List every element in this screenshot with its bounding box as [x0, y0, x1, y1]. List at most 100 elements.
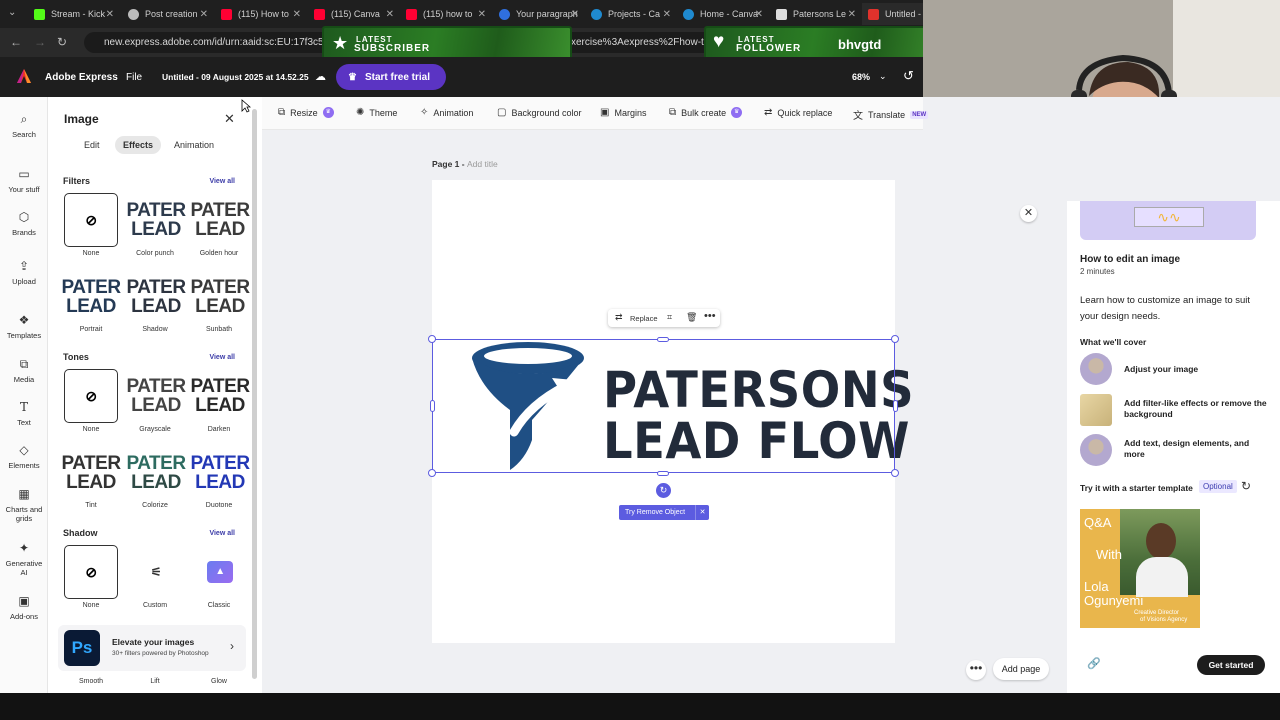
rail-item-charts[interactable]: ▦ Charts and grids: [0, 487, 48, 523]
browser-tab[interactable]: Home - Canva ✕: [677, 3, 769, 25]
margins-button[interactable]: ▣ Margins: [600, 107, 646, 118]
add-page-button[interactable]: Add page: [993, 658, 1049, 680]
app-name[interactable]: Adobe Express: [45, 72, 118, 83]
browser-tab[interactable]: (115) Canva ✕: [308, 3, 400, 25]
replace-button[interactable]: Replace: [630, 314, 658, 323]
panel-scrollbar[interactable]: [252, 109, 257, 679]
zoom-chevron-icon[interactable]: ⌄: [879, 71, 887, 82]
filters-view-all[interactable]: View all: [209, 178, 235, 185]
close-tab-icon[interactable]: ✕: [755, 9, 763, 20]
more-options-button[interactable]: •••: [966, 660, 986, 680]
tab-effects[interactable]: Effects: [115, 136, 162, 154]
close-tab-icon[interactable]: ✕: [571, 9, 579, 20]
close-tutorial-button[interactable]: ✕: [1020, 205, 1037, 222]
rail-item-media[interactable]: ⧉ Media: [0, 357, 48, 384]
adobe-logo-icon[interactable]: [16, 68, 32, 84]
photoshop-upsell-card[interactable]: Ps Elevate your images 30+ filters power…: [58, 625, 246, 671]
crop-icon[interactable]: ⌗: [667, 312, 672, 323]
effect-label[interactable]: Lift: [123, 678, 187, 685]
link-icon[interactable]: 🔗: [1087, 657, 1101, 670]
tones-view-all[interactable]: View all: [209, 354, 235, 361]
resize-button[interactable]: ⧉ Resize ♛: [278, 107, 334, 118]
tab-search-chevron-icon[interactable]: ⌄: [8, 7, 16, 18]
tab-edit[interactable]: Edit: [76, 136, 108, 154]
resize-handle-top[interactable]: [657, 337, 669, 342]
back-icon[interactable]: ←: [10, 35, 22, 49]
zoom-level[interactable]: 68%: [852, 72, 870, 82]
rotate-handle-icon[interactable]: ↻: [656, 483, 671, 498]
browser-tab[interactable]: (115) how to ✕: [400, 3, 492, 25]
browser-tab[interactable]: Your paragraph ✕: [493, 3, 585, 25]
filter-portrait-thumb[interactable]: PATER LEAD: [61, 270, 121, 324]
quick-replace-button[interactable]: ⇄ Quick replace: [764, 107, 832, 118]
tone-darken-thumb[interactable]: PATER LEAD: [190, 369, 250, 423]
browser-tab[interactable]: Projects - Ca ✕: [585, 3, 677, 25]
undo-icon[interactable]: ↺: [903, 68, 914, 84]
rail-item-templates[interactable]: ❖ Templates: [0, 313, 48, 340]
rail-item-add-ons[interactable]: ▣ Add-ons: [0, 594, 48, 621]
tone-colorize-thumb[interactable]: PATER LEAD: [126, 446, 186, 500]
close-tab-icon[interactable]: ✕: [663, 9, 671, 20]
replace-icon[interactable]: ⇄: [615, 312, 623, 323]
animation-button[interactable]: ✧ Animation: [420, 107, 473, 118]
resize-handle-left[interactable]: [430, 400, 435, 412]
rail-item-elements[interactable]: ◇ Elements: [0, 443, 48, 470]
shadow-none-thumb[interactable]: ⊘: [64, 545, 118, 599]
resize-handle-br[interactable]: [891, 469, 899, 477]
browser-tab[interactable]: Patersons Le ✕: [770, 3, 862, 25]
browser-tab[interactable]: Stream - Kick ✕: [28, 3, 120, 25]
close-tab-icon[interactable]: ✕: [200, 9, 208, 20]
background-color-button[interactable]: ▢ Background color: [497, 107, 582, 118]
shadow-classic-thumb[interactable]: ▲: [193, 545, 247, 599]
start-free-trial-button[interactable]: ♛ Start free trial: [336, 64, 446, 90]
resize-handle-bl[interactable]: [428, 469, 436, 477]
shadow-view-all[interactable]: View all: [209, 530, 235, 537]
reload-icon[interactable]: ↻: [57, 35, 67, 49]
rail-item-search[interactable]: ⌕ Search: [0, 112, 48, 139]
resize-handle-right[interactable]: [893, 400, 898, 412]
translate-button[interactable]: 文 Translate NEW: [853, 107, 929, 122]
rail-item-your-stuff[interactable]: ▭ Your stuff: [0, 167, 48, 194]
rail-item-upload[interactable]: ⇪ Upload: [0, 259, 48, 286]
page-title-placeholder[interactable]: Add title: [467, 159, 498, 169]
tone-grayscale-thumb[interactable]: PATER LEAD: [126, 369, 186, 423]
tone-tint-thumb[interactable]: PATER LEAD: [61, 446, 121, 500]
rail-item-brands[interactable]: ⬡ Brands: [0, 210, 48, 237]
tone-duotone-thumb[interactable]: PATER LEAD: [190, 446, 250, 500]
document-title[interactable]: Untitled - 09 August 2025 at 14.52.25: [162, 72, 309, 82]
filter-golden-hour-thumb[interactable]: PATER LEAD: [190, 193, 250, 247]
tab-animation[interactable]: Animation: [166, 136, 222, 154]
bulk-create-button[interactable]: ⧉ Bulk create ♛: [669, 107, 743, 118]
file-menu[interactable]: File: [126, 72, 142, 83]
close-tab-icon[interactable]: ✕: [848, 9, 856, 20]
effect-label[interactable]: Smooth: [59, 678, 123, 685]
resize-handle-tl[interactable]: [428, 335, 436, 343]
browser-tab[interactable]: Post creation ✕: [122, 3, 214, 25]
filter-sunbath-thumb[interactable]: PATER LEAD: [190, 270, 250, 324]
starter-template-card[interactable]: Q&A With Lola Ogunyemi Creative Director…: [1080, 509, 1200, 628]
close-panel-icon[interactable]: ✕: [224, 111, 235, 127]
close-tab-icon[interactable]: ✕: [478, 9, 486, 20]
refresh-icon[interactable]: ↻: [1241, 479, 1251, 493]
rail-item-generative-ai[interactable]: ✦ Generative AI: [0, 541, 48, 577]
theme-button[interactable]: ✺ Theme: [356, 107, 397, 118]
tone-none-thumb[interactable]: ⊘: [64, 369, 118, 423]
get-started-button[interactable]: Get started: [1197, 655, 1265, 675]
browser-tab[interactable]: (115) How to ✕: [215, 3, 307, 25]
filter-shadow-thumb[interactable]: PATER LEAD: [126, 270, 186, 324]
close-tab-icon[interactable]: ✕: [293, 9, 301, 20]
more-options-icon[interactable]: •••: [704, 310, 716, 322]
browser-tab-active[interactable]: Untitled - 0: [862, 3, 924, 25]
effect-label[interactable]: Glow: [187, 678, 251, 685]
resize-handle-bottom[interactable]: [657, 471, 669, 476]
close-tab-icon[interactable]: ✕: [106, 9, 114, 20]
shadow-custom-thumb[interactable]: ⚟: [129, 545, 183, 599]
filter-none-thumb[interactable]: ⊘: [64, 193, 118, 247]
resize-handle-tr[interactable]: [891, 335, 899, 343]
close-icon[interactable]: ✕: [695, 505, 709, 520]
rail-item-text[interactable]: T Text: [0, 400, 48, 427]
forward-icon[interactable]: →: [34, 35, 46, 49]
close-tab-icon[interactable]: ✕: [386, 9, 394, 20]
try-remove-object-button[interactable]: Try Remove Object ✕: [619, 505, 709, 520]
filter-color-punch-thumb[interactable]: PATER LEAD: [126, 193, 186, 247]
